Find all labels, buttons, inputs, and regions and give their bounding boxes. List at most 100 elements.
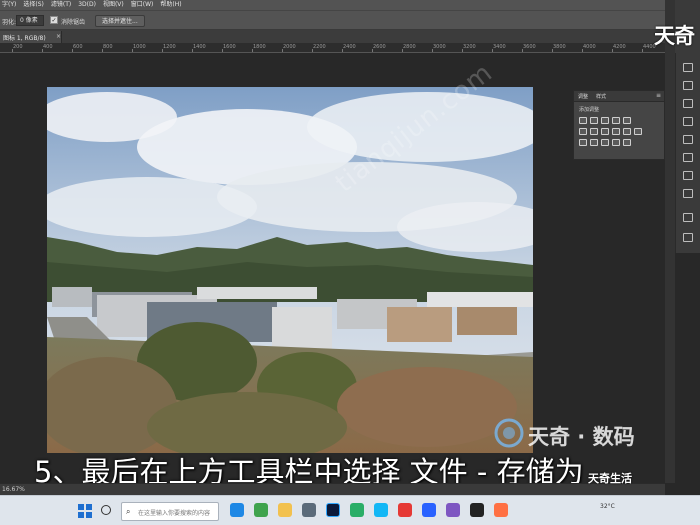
app-purple-icon[interactable] [446,503,460,517]
horizontal-ruler: 200 400 600 800 1000 1200 1400 1600 1800 2000 2200… [0,43,665,53]
document-tab-bar: 图标 1, RGB/8) × [0,30,665,43]
wechat-icon[interactable] [350,503,364,517]
qq-icon[interactable] [374,503,388,517]
app-gray-icon[interactable] [302,503,316,517]
photo-image [47,87,533,453]
ruler-tick-label: 1200 [163,44,176,50]
ruler-tick-mark [312,49,313,52]
antialias-checkbox[interactable]: ✓ [50,16,58,24]
weather-temperature[interactable]: 32°C [600,503,615,510]
close-icon[interactable]: × [56,33,61,40]
taskbar-search[interactable]: ⌕ 在这里输入你要搜索的内容 [121,502,219,521]
ruler-tick-mark [192,49,193,52]
ruler-tick-mark [72,49,73,52]
color-lookup-icon[interactable] [634,128,642,135]
ruler-tick-label: 600 [73,44,83,50]
menu-item[interactable]: 选择(S) [23,0,44,10]
document-tab[interactable]: 图标 1, RGB/8) × [0,31,62,43]
curves-icon[interactable] [601,117,609,124]
photo-filter-icon[interactable] [612,128,620,135]
ruler-tick-mark [42,49,43,52]
exposure-icon[interactable] [612,117,620,124]
brand-watermark: 天奇 · 数码 [528,425,635,449]
select-mask-button[interactable]: 选择并遮住... [95,15,145,27]
ruler-tick-label: 2400 [343,44,356,50]
windows-taskbar: ⌕ 在这里输入你要搜索的内容 32°C [0,495,700,525]
levels-icon[interactable] [590,117,598,124]
layers-icon[interactable] [683,63,693,72]
ruler-tick-label: 4200 [613,44,626,50]
right-panel-strip [675,53,700,253]
feather-input[interactable]: 0 像素 [16,15,44,26]
history-icon[interactable] [683,135,693,144]
swatches-icon[interactable] [683,153,693,162]
ruler-tick-mark [522,49,523,52]
menu-bar: 字(Y) 选择(S) 滤镜(T) 3D(D) 视图(V) 窗口(W) 帮助(H) [0,0,665,10]
feather-label: 羽化: [2,19,17,26]
menu-item[interactable]: 3D(D) [78,0,96,10]
ruler-tick-mark [432,49,433,52]
tools-icon[interactable] [683,213,693,222]
text-icon[interactable] [683,189,693,198]
selective-color-icon[interactable] [623,139,631,146]
ruler-tick-label: 3000 [433,44,446,50]
properties-icon[interactable] [683,171,693,180]
menu-item[interactable]: 窗口(W) [131,0,154,10]
ruler-tick-mark [552,49,553,52]
app-green-icon[interactable] [254,503,268,517]
brightness-icon[interactable] [579,117,587,124]
ruler-tick-label: 1400 [193,44,206,50]
ruler-tick-label: 2800 [403,44,416,50]
ruler-tick-mark [102,49,103,52]
ruler-tick-mark [372,49,373,52]
hue-saturation-icon[interactable] [579,128,587,135]
tab-adjustments[interactable]: 调整 [578,93,588,100]
posterize-icon[interactable] [590,139,598,146]
ruler-tick-mark [612,49,613,52]
status-bar: 16.67% [0,483,665,495]
edge-icon[interactable] [230,503,244,517]
landscape-photo [47,87,533,453]
task-view-icon[interactable] [101,505,111,515]
menu-item[interactable]: 视图(V) [103,0,124,10]
vibrance-icon[interactable] [623,117,631,124]
panel-divider [665,0,675,483]
tab-styles[interactable]: 样式 [596,93,606,100]
ruler-tick-label: 1000 [133,44,146,50]
adjustments-icon[interactable] [683,81,693,90]
color-icon[interactable] [683,99,693,108]
tray-overlay-logo: 天奇生活 [588,472,632,485]
capcut-icon[interactable] [470,503,484,517]
wps-icon[interactable] [398,503,412,517]
ruler-tick-label: 3400 [493,44,506,50]
panel-menu-icon[interactable]: ≡ [656,92,661,99]
threshold-icon[interactable] [601,139,609,146]
black-white-icon[interactable] [601,128,609,135]
app-blue-icon[interactable] [422,503,436,517]
ruler-tick-label: 2200 [313,44,326,50]
ruler-tick-label: 200 [13,44,23,50]
gradient-map-icon[interactable] [612,139,620,146]
file-explorer-icon[interactable] [278,503,292,517]
screen: 字(Y) 选择(S) 滤镜(T) 3D(D) 视图(V) 窗口(W) 帮助(H) 羽化: 0… [0,0,700,525]
ruler-tick-label: 3600 [523,44,536,50]
ruler-tick-label: 800 [103,44,113,50]
windows-start-icon[interactable] [76,502,94,520]
photoshop-icon[interactable] [326,503,340,517]
panel-header: 调整 样式 ≡ [574,91,664,102]
menu-item[interactable]: 字(Y) [2,0,16,10]
adjustment-icons-row-2 [574,126,664,137]
brush-icon[interactable] [683,117,693,126]
ruler-tick-mark [492,49,493,52]
ruler-tick-mark [402,49,403,52]
channel-mixer-icon[interactable] [623,128,631,135]
menu-item[interactable]: 帮助(H) [160,0,181,10]
search-icon: ⌕ [126,507,131,516]
invert-icon[interactable] [579,139,587,146]
menu-item[interactable]: 滤镜(T) [51,0,71,10]
ruler-tick-mark [462,49,463,52]
channels-icon[interactable] [683,233,693,242]
document-tab-label: 图标 1, RGB/8) [3,35,46,42]
color-balance-icon[interactable] [590,128,598,135]
app-orange-icon[interactable] [494,503,508,517]
